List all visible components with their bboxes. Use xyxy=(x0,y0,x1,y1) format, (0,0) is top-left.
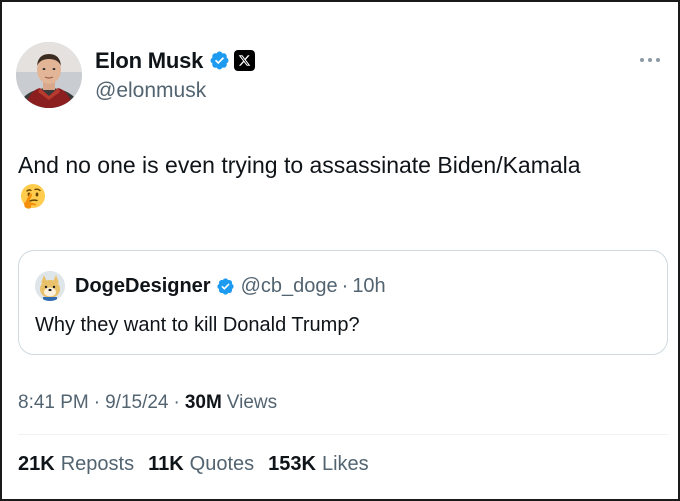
quotes-count: 11K xyxy=(148,453,184,475)
likes-stat[interactable]: 153K Likes xyxy=(268,453,369,476)
quoted-tweet-card[interactable]: DogeDesigner @cb_doge · 10h Why they wan… xyxy=(18,250,668,355)
x-logo-icon[interactable] xyxy=(234,50,256,71)
quoted-separator: · xyxy=(341,274,349,297)
divider xyxy=(18,434,668,435)
author-avatar[interactable] xyxy=(16,42,82,108)
author-display-name[interactable]: Elon Musk xyxy=(95,48,203,74)
tweet-date[interactable]: 9/15/24 xyxy=(105,392,168,414)
quoted-timestamp[interactable]: 10h xyxy=(352,275,385,298)
verified-badge-icon[interactable] xyxy=(209,50,230,71)
reposts-count: 21K xyxy=(18,453,55,475)
likes-label: Likes xyxy=(321,453,369,475)
reposts-label: Reposts xyxy=(60,453,135,475)
quotes-label: Quotes xyxy=(189,453,255,475)
thinking-face-icon xyxy=(18,182,48,212)
author-names: Elon Musk @elonmusk xyxy=(95,48,256,103)
tweet-card: Elon Musk @elonmusk And no one is even t… xyxy=(0,0,680,501)
quoted-author-display-name[interactable]: DogeDesigner xyxy=(75,275,211,298)
quoted-verified-badge-icon[interactable] xyxy=(216,277,235,296)
quoted-tweet-text: Why they want to kill Donald Trump? xyxy=(35,314,360,336)
tweet-time[interactable]: 8:41 PM xyxy=(18,392,89,414)
author-name-row: Elon Musk xyxy=(95,48,256,74)
meta-separator: · xyxy=(93,392,101,413)
author-handle[interactable]: @elonmusk xyxy=(95,79,255,103)
reposts-stat[interactable]: 21K Reposts xyxy=(18,453,134,476)
tweet-header: Elon Musk @elonmusk xyxy=(16,42,256,108)
quotes-stat[interactable]: 11K Quotes xyxy=(148,453,254,476)
engagement-stats: 21K Reposts 11K Quotes 153K Likes xyxy=(18,453,383,476)
views-label[interactable]: Views xyxy=(227,392,277,414)
views-count[interactable]: 30M xyxy=(185,392,222,414)
tweet-meta: 8:41 PM · 9/15/24 · 30M Views xyxy=(18,392,277,414)
more-options-icon[interactable] xyxy=(640,58,660,62)
meta-separator: · xyxy=(173,392,180,413)
quoted-tweet-header: DogeDesigner @cb_doge · 10h xyxy=(35,271,386,301)
quoted-author-avatar[interactable] xyxy=(35,271,65,301)
quoted-author-handle[interactable]: @cb_doge xyxy=(241,275,338,298)
tweet-text: And no one is even trying to assassinate… xyxy=(18,152,581,178)
likes-count: 153K xyxy=(268,453,316,475)
